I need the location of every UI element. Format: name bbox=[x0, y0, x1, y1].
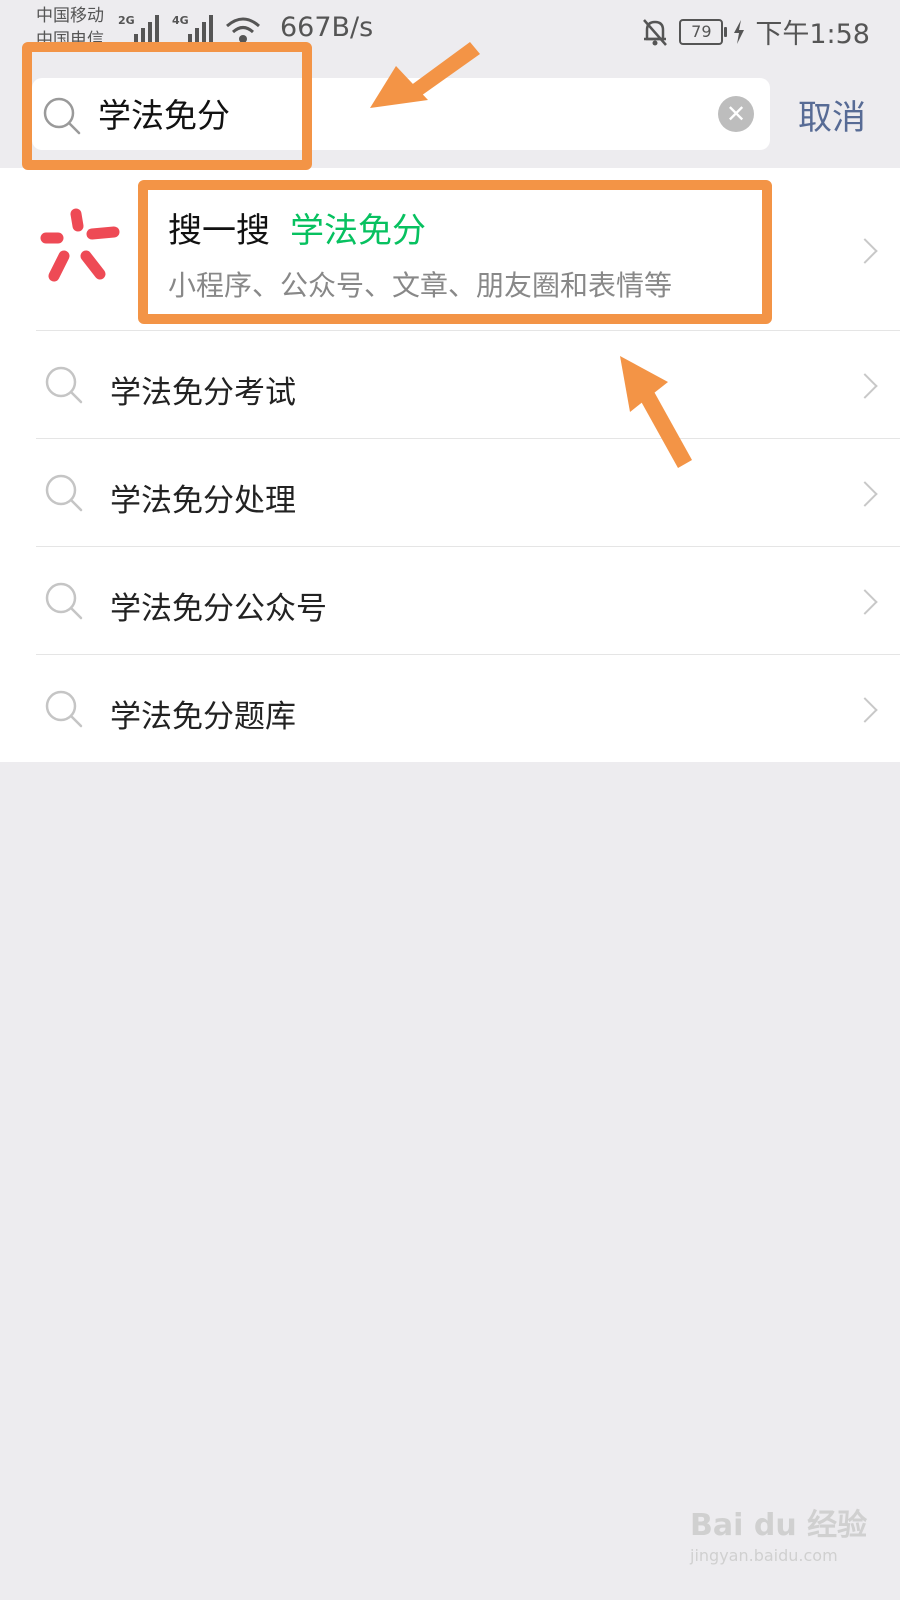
search-icon bbox=[45, 474, 83, 512]
battery-icon: 79 bbox=[679, 18, 728, 45]
watermark: Bai du 经验 jingyan.baidu.com bbox=[690, 1500, 867, 1565]
network-speed: 667B/s bbox=[280, 12, 374, 43]
search-icon bbox=[45, 582, 83, 620]
cancel-button[interactable]: 取消 bbox=[798, 90, 866, 139]
search-icon bbox=[45, 366, 83, 404]
wifi-icon bbox=[226, 17, 260, 43]
watermark-url: jingyan.baidu.com bbox=[690, 1546, 838, 1565]
search-icon bbox=[43, 97, 81, 135]
suggestion-row[interactable]: 学法免分处理 bbox=[0, 439, 900, 547]
chevron-right-icon bbox=[852, 373, 878, 399]
charging-icon bbox=[734, 19, 745, 44]
close-icon: ✕ bbox=[725, 100, 747, 128]
search-input[interactable] bbox=[98, 88, 718, 138]
suggestion-label: 学法免分题库 bbox=[110, 699, 296, 735]
sousou-title: 搜一搜 bbox=[168, 211, 270, 251]
search-bar: ✕ bbox=[32, 78, 770, 150]
sousou-search-item[interactable]: 搜一搜 学法免分 小程序、公众号、文章、朋友圈和表情等 bbox=[0, 168, 900, 330]
clear-search-button[interactable]: ✕ bbox=[718, 96, 754, 132]
search-results-panel: 搜一搜 学法免分 小程序、公众号、文章、朋友圈和表情等 学法免分考试 学法免分处理… bbox=[0, 168, 900, 762]
watermark-logo: Bai du 经验 bbox=[690, 1508, 868, 1543]
chevron-right-icon bbox=[852, 589, 878, 615]
carrier-label-2: 中国电信 bbox=[36, 30, 104, 44]
suggestion-label: 学法免分考试 bbox=[110, 375, 296, 411]
suggestion-row[interactable]: 学法免分公众号 bbox=[0, 547, 900, 655]
chevron-right-icon bbox=[852, 481, 878, 507]
suggestion-label: 学法免分公众号 bbox=[110, 591, 327, 627]
notification-off-icon bbox=[643, 18, 668, 46]
sousou-logo-icon bbox=[40, 208, 120, 282]
signal-icon-1 bbox=[134, 14, 159, 42]
search-icon bbox=[45, 690, 83, 728]
suggestion-row[interactable]: 学法免分考试 bbox=[0, 331, 900, 439]
network-type-1: 2G bbox=[118, 14, 135, 27]
sousou-subtitle: 小程序、公众号、文章、朋友圈和表情等 bbox=[168, 269, 673, 302]
chevron-right-icon bbox=[852, 697, 878, 723]
network-type-2: 4G bbox=[172, 14, 189, 27]
signal-icon-2 bbox=[188, 14, 213, 42]
chevron-right-icon bbox=[852, 238, 878, 264]
clock: 下午1:58 bbox=[755, 19, 870, 50]
carrier-label-1: 中国移动 bbox=[36, 6, 104, 26]
sousou-keyword: 学法免分 bbox=[290, 211, 426, 251]
suggestion-row[interactable]: 学法免分题库 bbox=[0, 655, 900, 763]
suggestion-label: 学法免分处理 bbox=[110, 483, 296, 519]
status-bar: 中国移动 中国电信 2G 4G 667B/s 79 下午1:58 bbox=[0, 0, 900, 62]
